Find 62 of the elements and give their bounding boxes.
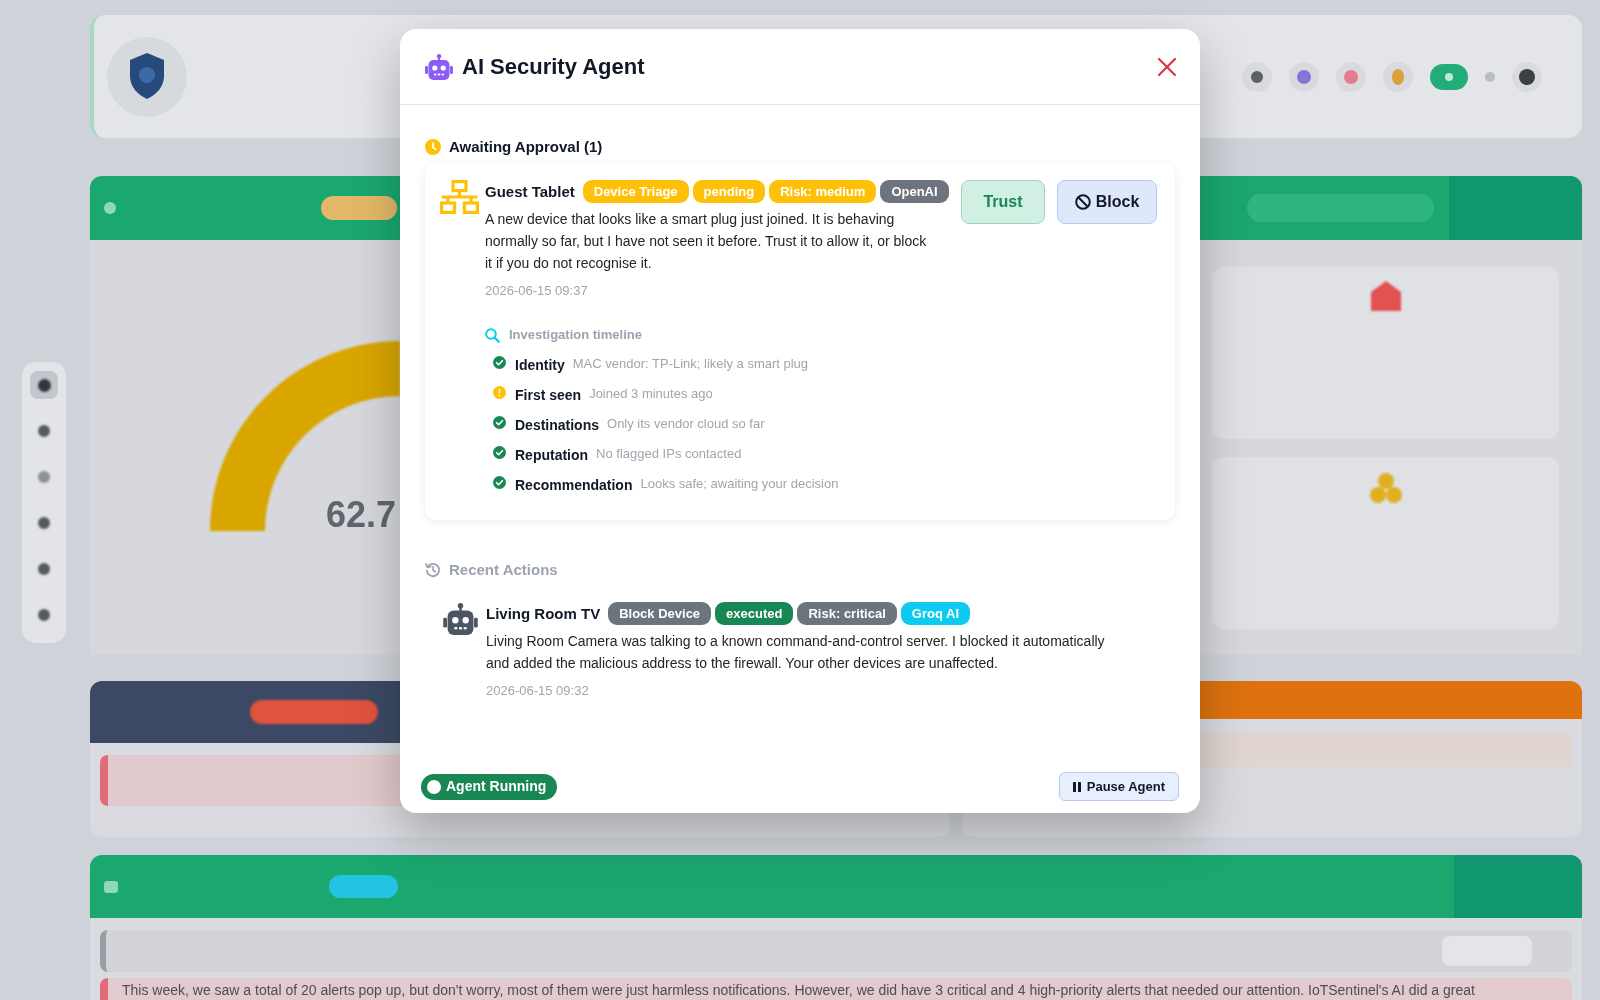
block-button[interactable]: Block [1057, 180, 1157, 224]
device-name: Living Room TV [486, 604, 601, 624]
step-label: Reputation [515, 445, 589, 465]
badge: OpenAI [880, 180, 949, 203]
badge: pending [692, 180, 766, 203]
step-label: First seen [515, 385, 582, 405]
cluster-icon [1369, 473, 1402, 503]
nav-icon[interactable] [38, 517, 50, 529]
dialog-title: AI Security Agent [462, 53, 645, 80]
nav-icon[interactable] [38, 563, 50, 575]
badge: Device Triage [582, 180, 689, 203]
step-label: Recommendation [515, 475, 633, 495]
history-icon [425, 562, 441, 578]
badge: executed [715, 602, 794, 625]
shield-logo-icon [107, 36, 187, 117]
status-dot-icon [427, 779, 441, 794]
badge: Groq AI [900, 602, 970, 625]
panel-header-icon [104, 202, 116, 214]
pause-button[interactable]: Pause Agent [1058, 772, 1179, 801]
step-detail: Joined 3 minutes ago [589, 384, 713, 403]
step-detail: MAC vendor: TP-Link; likely a smart plug [572, 354, 809, 373]
gauge-value: 62.7 [326, 497, 397, 533]
step-detail: No flagged IPs contacted [596, 444, 742, 463]
section-heading: Awaiting Approval (1) [449, 136, 603, 157]
nav-icon[interactable] [30, 371, 58, 399]
toolbar-icon[interactable] [1242, 61, 1272, 92]
nav-icon[interactable] [38, 609, 50, 621]
check-circle-icon [493, 356, 506, 369]
step-detail: Only its vendor cloud so far [607, 414, 765, 433]
toolbar-icon[interactable] [1512, 61, 1542, 92]
pause-icon [1072, 781, 1081, 792]
clock-icon [425, 139, 441, 155]
panel-header-icon [104, 880, 118, 893]
trust-button[interactable]: Trust [961, 180, 1045, 224]
house-icon [1370, 281, 1401, 311]
check-circle-icon [493, 446, 506, 459]
status-label: Agent Running [446, 777, 547, 796]
badge: Block Device [608, 602, 712, 625]
timestamp: 2026-06-15 09:37 [485, 282, 589, 300]
step-detail: Looks safe; awaiting your decision [640, 474, 839, 493]
check-circle-icon [493, 416, 506, 429]
warning-circle-icon [493, 386, 506, 399]
ban-icon [1074, 194, 1091, 210]
device-name: Guest Tablet [485, 182, 575, 202]
badge: Risk: medium [769, 180, 877, 203]
timestamp: 2026-06-15 09:32 [486, 682, 590, 700]
step-label: Destinations [515, 415, 599, 435]
count-pill [329, 875, 398, 898]
robot-icon [441, 603, 480, 635]
timeline-heading: Investigation timeline [509, 326, 642, 345]
summary-text: This week, we saw a total of 20 alerts pop up, but don't worry, most of them were just harmless notifications. However, we did have 3 critical and 4 high-priority alerts that needed our attention. IoTSentinel's AI did a great [122, 981, 1476, 999]
message-text: A new device that looks like a smart plug just joined. It is behaving normally so far, but I have not seen it before. Trust it to allow it, or block it if you do not recognise it. [485, 210, 927, 273]
step-label: Identity [515, 355, 565, 375]
badge: Risk: critical [797, 602, 897, 625]
search-icon [485, 327, 500, 343]
network-icon [440, 180, 479, 214]
robot-icon [425, 53, 453, 80]
section-heading: Recent Actions [449, 559, 558, 580]
message-text: Living Room Camera was talking to a known command-and-control server. I blocked it automatically and added the malicious address to the firewall. Your other devices are unaffected. [486, 632, 1106, 673]
nav-icon[interactable] [38, 425, 50, 437]
close-icon [1157, 56, 1177, 77]
check-circle-icon [493, 476, 506, 489]
